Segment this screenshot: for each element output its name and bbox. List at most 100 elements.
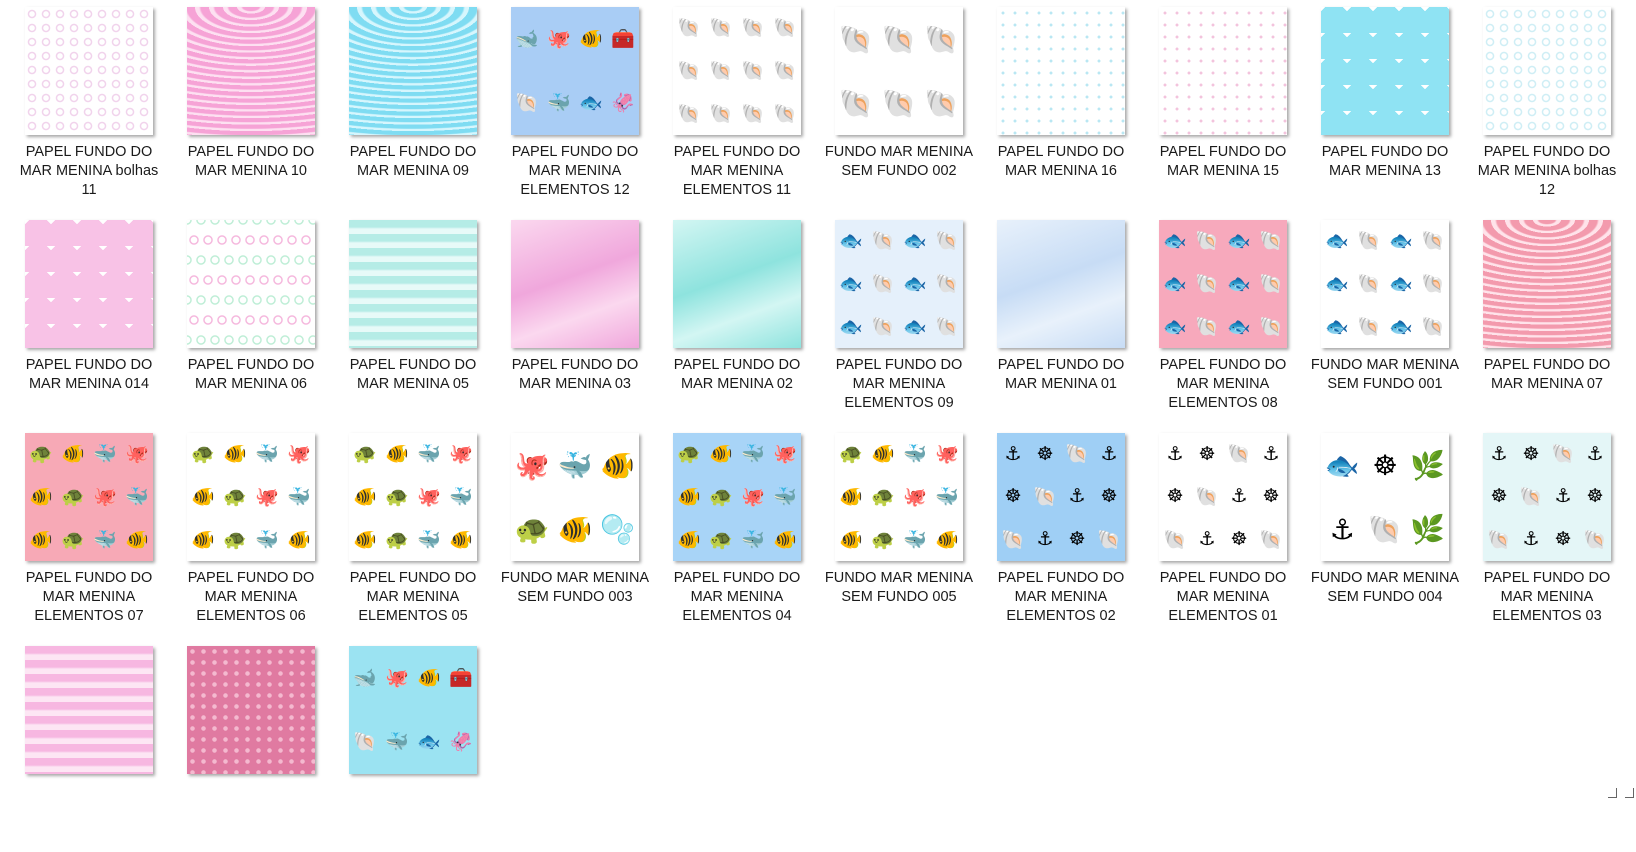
file-name-label: PAPEL FUNDO DO MAR MENINA 13 [1321, 144, 1449, 179]
file-item[interactable]: PAPEL FUNDO DO MAR MENINA 10 [170, 0, 332, 213]
file-name-label: PAPEL FUNDO DO MAR MENINA 02 [673, 357, 801, 392]
file-thumbnail[interactable]: 🐟 🐚 🐟 🐚 🐟 🐚 🐟 🐚 🐟 🐚 🐟 🐚 [1321, 220, 1449, 348]
file-thumbnail[interactable]: 🐢 🐠 🐳 🐙 🐠 🐢 🐙 🐳 🐠 🐢 🐳 🐠 [673, 433, 801, 561]
thumbnail-art: 🐙 🐳 🐠 🐢 🐠 🫧 [514, 449, 636, 545]
file-thumbnail[interactable]: ⚓ ☸ 🐚 ⚓ ☸ 🐚 ⚓ ☸ 🐚 ⚓ ☸ 🐚 [997, 433, 1125, 561]
file-item[interactable]: 🐚 🐚 🐚 🐚 🐚 🐚 🐚 🐚 🐚 🐚 🐚 🐚 PAPEL FUNDO DO MAR MENINA EL… [656, 0, 818, 213]
file-thumbnail[interactable]: 🐟 ☸ 🌿 ⚓ 🐚 🌿 [1321, 433, 1449, 561]
file-thumbnail[interactable] [1321, 7, 1449, 135]
file-name-label: PAPEL FUNDO DO MAR MENINA 01 [997, 357, 1125, 392]
file-item[interactable]: PAPEL FUNDO DO MAR MENINA 07 [1466, 213, 1628, 426]
file-thumbnail[interactable] [1159, 7, 1287, 135]
file-name-label: PAPEL FUNDO DO MAR MENINA ELEMENTOS 07 [25, 570, 153, 624]
file-thumbnail[interactable]: 🐟 🐚 🐟 🐚 🐟 🐚 🐟 🐚 🐟 🐚 🐟 🐚 [1159, 220, 1287, 348]
file-item[interactable]: 🐟 🐚 🐟 🐚 🐟 🐚 🐟 🐚 🐟 🐚 🐟 🐚 PAPEL FUNDO DO MAR MENINA EL… [1142, 213, 1304, 426]
file-item[interactable]: 🐟 🐚 🐟 🐚 🐟 🐚 🐟 🐚 🐟 🐚 🐟 🐚 FUNDO MAR MENINA SEM FUNDO 0… [1304, 213, 1466, 426]
file-item[interactable]: 🐢 🐠 🐳 🐙 🐠 🐢 🐙 🐳 🐠 🐢 🐳 🐠 PAPEL FUNDO DO MAR MENINA EL… [170, 426, 332, 639]
file-name-label: FUNDO MAR MENINA SEM FUNDO 001 [1310, 357, 1460, 392]
file-name-label: PAPEL FUNDO DO MAR MENINA ELEMENTOS 02 [997, 570, 1125, 624]
file-item[interactable]: 🐢 🐠 🐳 🐙 🐠 🐢 🐙 🐳 🐠 🐢 🐳 🐠 PAPEL FUNDO DO MAR MENINA EL… [8, 426, 170, 639]
file-item[interactable] [8, 639, 170, 852]
file-item[interactable]: PAPEL FUNDO DO MAR MENINA bolhas 12 [1466, 0, 1628, 213]
file-item[interactable]: 🐢 🐠 🐳 🐙 🐠 🐢 🐙 🐳 🐠 🐢 🐳 🐠 PAPEL FUNDO DO MAR MENINA EL… [332, 426, 494, 639]
file-thumbnail[interactable] [997, 7, 1125, 135]
file-thumbnail[interactable] [349, 220, 477, 348]
thumbnail-art: ⚓ ☸ 🐚 ⚓ ☸ 🐚 ⚓ ☸ 🐚 ⚓ ☸ 🐚 [1487, 443, 1607, 551]
file-thumbnail[interactable]: 🐚 🐚 🐚 🐚 🐚 🐚 [835, 7, 963, 135]
thumbnail-art: 🐚 🐚 🐚 🐚 🐚 🐚 [838, 23, 960, 119]
file-name-label: PAPEL FUNDO DO MAR MENINA 09 [349, 144, 477, 179]
file-thumbnail[interactable] [673, 220, 801, 348]
file-item[interactable]: PAPEL FUNDO DO MAR MENINA 06 [170, 213, 332, 426]
file-name-label: PAPEL FUNDO DO MAR MENINA 10 [187, 144, 315, 179]
file-item[interactable]: 🐋 🐙 🐠 🧰 🐚 🐳 🐟 🦑 PAPEL FUNDO DO MAR MENINA ELEMEN… [494, 0, 656, 213]
thumbnail-art: ⚓ ☸ 🐚 ⚓ ☸ 🐚 ⚓ ☸ 🐚 ⚓ ☸ 🐚 [1001, 443, 1121, 551]
file-thumbnail[interactable] [25, 646, 153, 774]
file-item[interactable]: 🐙 🐳 🐠 🐢 🐠 🫧 FUNDO MAR MENINA SEM FUNDO 003 [494, 426, 656, 639]
file-item[interactable]: ⚓ ☸ 🐚 ⚓ ☸ 🐚 ⚓ ☸ 🐚 ⚓ ☸ 🐚 PAPEL FUNDO DO MAR MENINA EL… [1142, 426, 1304, 639]
file-item[interactable]: PAPEL FUNDO DO MAR MENINA 15 [1142, 0, 1304, 213]
file-item[interactable]: 🐢 🐠 🐳 🐙 🐠 🐢 🐙 🐳 🐠 🐢 🐳 🐠 FUNDO MAR MENINA SEM FUNDO 0… [818, 426, 980, 639]
file-name-label: FUNDO MAR MENINA SEM FUNDO 004 [1310, 570, 1460, 605]
file-item[interactable]: 🐟 🐚 🐟 🐚 🐟 🐚 🐟 🐚 🐟 🐚 🐟 🐚 PAPEL FUNDO DO MAR MENINA EL… [818, 213, 980, 426]
file-item[interactable]: PAPEL FUNDO DO MAR MENINA bolhas 11 [8, 0, 170, 213]
thumbnail-art: 🐋 🐙 🐠 🧰 🐚 🐳 🐟 🦑 [353, 668, 473, 753]
file-name-label: PAPEL FUNDO DO MAR MENINA bolhas 12 [1477, 144, 1617, 198]
file-item[interactable]: PAPEL FUNDO DO MAR MENINA 014 [8, 213, 170, 426]
file-item[interactable]: PAPEL FUNDO DO MAR MENINA 02 [656, 213, 818, 426]
file-item[interactable] [170, 639, 332, 852]
thumbnail-art: 🐢 🐠 🐳 🐙 🐠 🐢 🐙 🐳 🐠 🐢 🐳 🐠 [353, 444, 473, 551]
thumbnail-art: 🐢 🐠 🐳 🐙 🐠 🐢 🐙 🐳 🐠 🐢 🐳 🐠 [677, 444, 797, 551]
file-name-label: PAPEL FUNDO DO MAR MENINA ELEMENTOS 08 [1159, 357, 1287, 411]
file-item[interactable]: 🐋 🐙 🐠 🧰 🐚 🐳 🐟 🦑 [332, 639, 494, 852]
file-item[interactable]: PAPEL FUNDO DO MAR MENINA 05 [332, 213, 494, 426]
file-name-label: PAPEL FUNDO DO MAR MENINA ELEMENTOS 09 [835, 357, 963, 411]
thumbnail-art: 🐢 🐠 🐳 🐙 🐠 🐢 🐙 🐳 🐠 🐢 🐳 🐠 [839, 444, 959, 551]
file-item[interactable]: ⚓ ☸ 🐚 ⚓ ☸ 🐚 ⚓ ☸ 🐚 ⚓ ☸ 🐚 PAPEL FUNDO DO MAR MENINA EL… [980, 426, 1142, 639]
file-item[interactable]: 🐚 🐚 🐚 🐚 🐚 🐚 FUNDO MAR MENINA SEM FUNDO 002 [818, 0, 980, 213]
thumbnail-art: 🐟 ☸ 🌿 ⚓ 🐚 🌿 [1324, 449, 1446, 545]
file-thumbnail[interactable] [25, 220, 153, 348]
file-thumbnail[interactable] [349, 7, 477, 135]
file-item[interactable]: PAPEL FUNDO DO MAR MENINA 16 [980, 0, 1142, 213]
file-thumbnail[interactable]: 🐟 🐚 🐟 🐚 🐟 🐚 🐟 🐚 🐟 🐚 🐟 🐚 [835, 220, 963, 348]
file-name-label: FUNDO MAR MENINA SEM FUNDO 005 [824, 570, 974, 605]
file-name-label: PAPEL FUNDO DO MAR MENINA 16 [997, 144, 1125, 179]
file-item[interactable]: ⚓ ☸ 🐚 ⚓ ☸ 🐚 ⚓ ☸ 🐚 ⚓ ☸ 🐚 PAPEL FUNDO DO MAR MENINA EL… [1466, 426, 1628, 639]
file-name-label: PAPEL FUNDO DO MAR MENINA 07 [1483, 357, 1611, 392]
thumbnail-art: 🐢 🐠 🐳 🐙 🐠 🐢 🐙 🐳 🐠 🐢 🐳 🐠 [29, 444, 149, 551]
file-thumbnail[interactable] [997, 220, 1125, 348]
file-thumbnail[interactable]: 🐋 🐙 🐠 🧰 🐚 🐳 🐟 🦑 [511, 7, 639, 135]
file-thumbnail[interactable] [187, 7, 315, 135]
file-grid: PAPEL FUNDO DO MAR MENINA bolhas 11 PAPEL… [8, 0, 1628, 852]
file-thumbnail[interactable]: 🐢 🐠 🐳 🐙 🐠 🐢 🐙 🐳 🐠 🐢 🐳 🐠 [25, 433, 153, 561]
file-item[interactable]: PAPEL FUNDO DO MAR MENINA 01 [980, 213, 1142, 426]
file-thumbnail[interactable] [1483, 220, 1611, 348]
file-item[interactable]: PAPEL FUNDO DO MAR MENINA 13 [1304, 0, 1466, 213]
resize-grip-icon[interactable] [1608, 788, 1634, 798]
file-item[interactable]: 🐟 ☸ 🌿 ⚓ 🐚 🌿 FUNDO MAR MENINA SEM FUNDO 004 [1304, 426, 1466, 639]
file-thumbnail[interactable]: 🐢 🐠 🐳 🐙 🐠 🐢 🐙 🐳 🐠 🐢 🐳 🐠 [835, 433, 963, 561]
file-thumbnail[interactable] [511, 220, 639, 348]
file-name-label: PAPEL FUNDO DO MAR MENINA ELEMENTOS 01 [1159, 570, 1287, 624]
file-thumbnail[interactable]: 🐚 🐚 🐚 🐚 🐚 🐚 🐚 🐚 🐚 🐚 🐚 🐚 [673, 7, 801, 135]
file-thumbnail[interactable]: ⚓ ☸ 🐚 ⚓ ☸ 🐚 ⚓ ☸ 🐚 ⚓ ☸ 🐚 [1483, 433, 1611, 561]
file-item[interactable]: 🐢 🐠 🐳 🐙 🐠 🐢 🐙 🐳 🐠 🐢 🐳 🐠 PAPEL FUNDO DO MAR MENINA EL… [656, 426, 818, 639]
file-name-label: PAPEL FUNDO DO MAR MENINA ELEMENTOS 04 [673, 570, 801, 624]
file-thumbnail[interactable]: 🐢 🐠 🐳 🐙 🐠 🐢 🐙 🐳 🐠 🐢 🐳 🐠 [349, 433, 477, 561]
file-thumbnail[interactable] [1483, 7, 1611, 135]
file-thumbnail[interactable]: 🐢 🐠 🐳 🐙 🐠 🐢 🐙 🐳 🐠 🐢 🐳 🐠 [187, 433, 315, 561]
file-thumbnail[interactable]: ⚓ ☸ 🐚 ⚓ ☸ 🐚 ⚓ ☸ 🐚 ⚓ ☸ 🐚 [1159, 433, 1287, 561]
file-name-label: PAPEL FUNDO DO MAR MENINA ELEMENTOS 12 [511, 144, 639, 198]
file-thumbnail[interactable] [187, 646, 315, 774]
file-name-label: PAPEL FUNDO DO MAR MENINA ELEMENTOS 03 [1483, 570, 1611, 624]
file-thumbnail[interactable]: 🐙 🐳 🐠 🐢 🐠 🫧 [511, 433, 639, 561]
file-thumbnail[interactable] [25, 7, 153, 135]
file-name-label: PAPEL FUNDO DO MAR MENINA 06 [187, 357, 315, 392]
file-item[interactable]: PAPEL FUNDO DO MAR MENINA 09 [332, 0, 494, 213]
file-item[interactable]: PAPEL FUNDO DO MAR MENINA 03 [494, 213, 656, 426]
thumbnail-art: 🐚 🐚 🐚 🐚 🐚 🐚 🐚 🐚 🐚 🐚 🐚 🐚 [677, 18, 797, 125]
file-thumbnail[interactable]: 🐋 🐙 🐠 🧰 🐚 🐳 🐟 🦑 [349, 646, 477, 774]
file-name-label: PAPEL FUNDO DO MAR MENINA 03 [511, 357, 639, 392]
file-thumbnail[interactable] [187, 220, 315, 348]
